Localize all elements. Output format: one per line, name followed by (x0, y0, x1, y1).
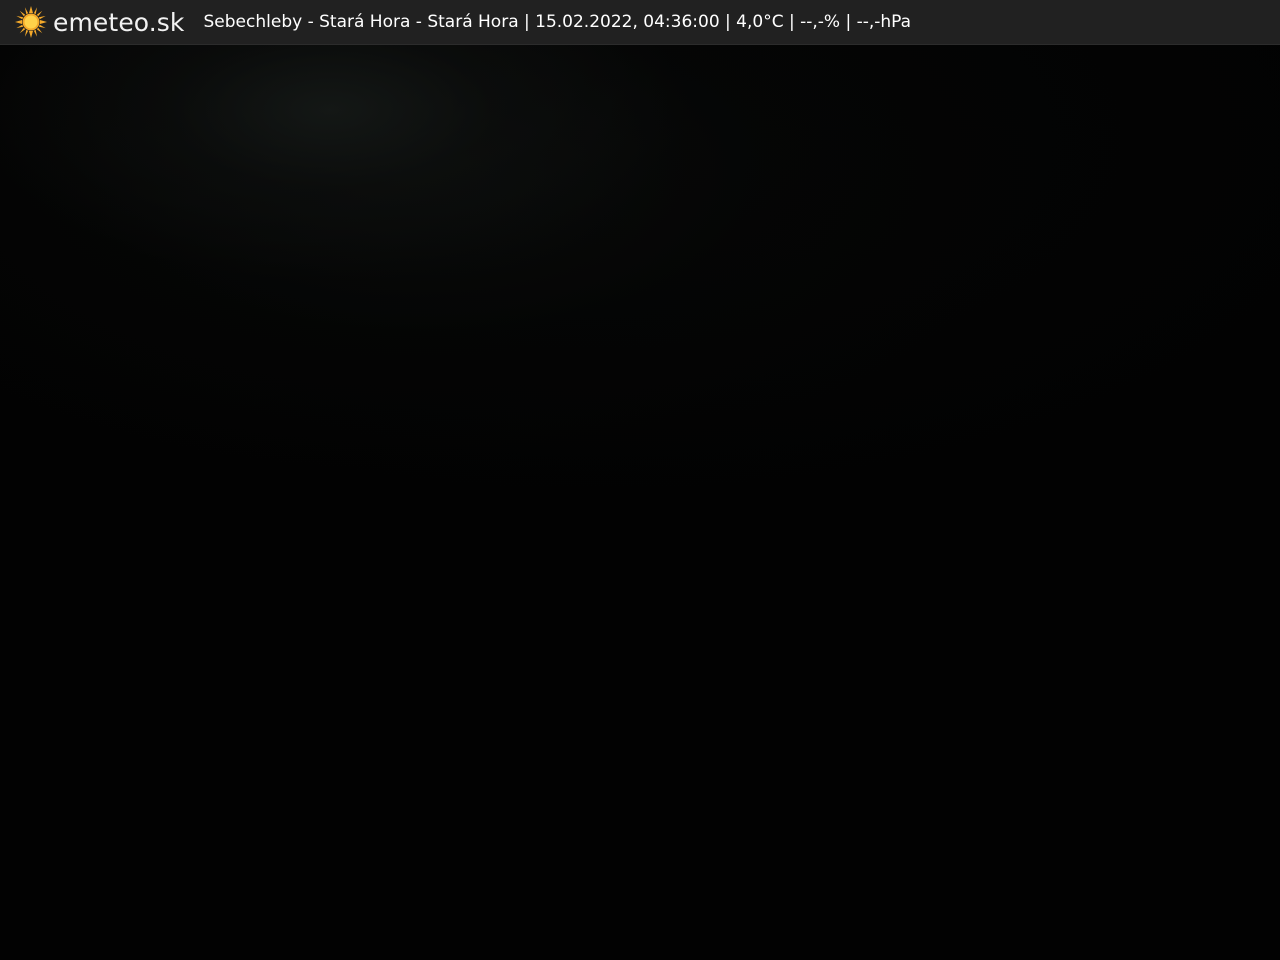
info-overlay-bar: emeteo.sk Sebechleby - Stará Hora - Star… (0, 0, 1280, 45)
sun-icon (15, 6, 47, 38)
webcam-caption: Sebechleby - Stará Hora - Stará Hora | 1… (203, 12, 912, 32)
webcam-frame: emeteo.sk Sebechleby - Stará Hora - Star… (0, 0, 1280, 960)
brand-logo: emeteo.sk (14, 0, 185, 45)
webcam-night-image (0, 0, 1280, 960)
brand-name: emeteo.sk (53, 7, 185, 37)
